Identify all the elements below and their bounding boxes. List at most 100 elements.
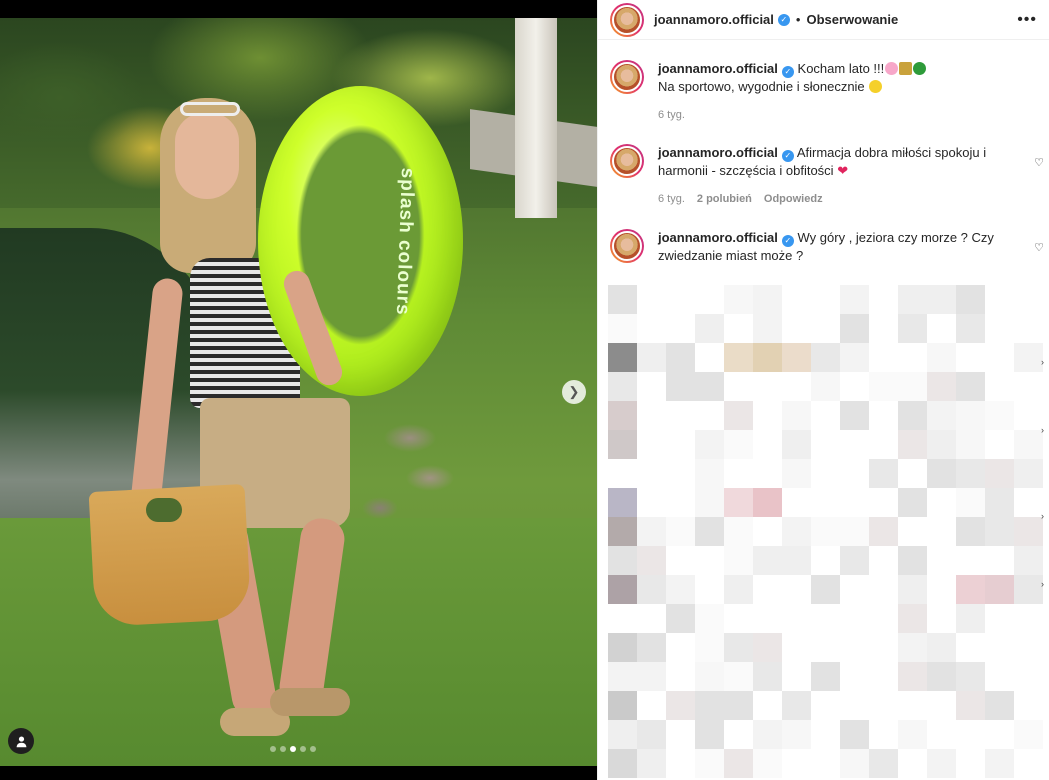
following-button[interactable]: Obserwowanie [806,12,898,27]
pixel-cell [956,488,985,517]
header-username[interactable]: joannamoro.official [654,12,774,27]
pixel-cell [695,604,724,633]
pixel-cell [782,343,811,372]
pixel-cell [898,633,927,662]
pixel-cell [927,459,956,488]
caption-username[interactable]: joannamoro.official [658,61,778,76]
pixel-cell [1014,720,1043,749]
pixel-cell [753,546,782,575]
pixel-cell [782,691,811,720]
comment-likes[interactable]: 2 polubień [697,191,752,208]
pixel-cell [637,749,666,778]
pixel-cell [637,633,666,662]
pixel-cell [956,691,985,720]
avatar[interactable] [610,2,644,37]
pixel-cell [898,430,927,459]
photo-scene: splash colours [0,18,597,766]
pixel-cell [637,720,666,749]
pixel-cell [666,372,695,401]
pixel-cell [898,488,927,517]
chevron-right-icon: › [1041,511,1044,521]
pixel-cell [840,720,869,749]
right-sandal [270,688,350,716]
pixel-cell [608,343,637,372]
pixel-cell [956,662,985,691]
header-separator: • [795,12,801,27]
pixel-cell [608,517,637,546]
comment-meta: 6 tyg. 2 polubień Odpowiedz [658,191,1008,208]
pixel-cell [608,488,637,517]
pixel-cell [1014,575,1043,604]
comment-line: joannamoro.official ✓ Afirmacja dobra mił… [658,144,1008,179]
pixel-cell [724,517,753,546]
sunglasses [180,102,240,116]
pixel-cell [753,633,782,662]
pixel-cell [637,546,666,575]
pixel-cell [985,691,1014,720]
caption-avatar[interactable] [610,60,644,94]
reply-button[interactable]: Odpowiedz [764,191,823,208]
birch-tree [515,18,557,218]
pixel-cell [869,749,898,778]
carousel-next-button[interactable]: ❯ [562,380,586,404]
pixel-cell [985,517,1014,546]
pixel-cell [1014,546,1043,575]
pixel-cell [898,285,927,314]
like-comment-heart-icon[interactable]: ♡ [1034,241,1044,254]
pixel-cell [753,662,782,691]
pixel-cell [724,488,753,517]
carousel-dot [270,746,276,752]
pixel-cell [608,314,637,343]
comment-avatar[interactable] [610,229,644,263]
post-photo[interactable]: splash colours ❯ [0,0,597,780]
pixel-cell [782,546,811,575]
like-comment-heart-icon[interactable]: ♡ [1034,156,1044,169]
pixel-cell [927,343,956,372]
pixel-cell [956,604,985,633]
post-header: joannamoro.official ✓ • Obserwowanie ••• [598,0,1049,40]
tagged-users-button[interactable] [8,728,34,754]
verified-badge-icon: ✓ [781,234,794,247]
pixel-cell [927,749,956,778]
pixel-cell [985,488,1014,517]
pixel-cell [695,314,724,343]
comment-username[interactable]: joannamoro.official [658,230,778,245]
pixel-cell [753,720,782,749]
caption-text-line1: Kocham lato !!! [797,61,885,76]
avatar-image [612,231,642,261]
pixel-cell [753,343,782,372]
pixel-cell [840,401,869,430]
pixel-cell [1014,517,1043,546]
pixel-cell [695,662,724,691]
pixel-cell [724,633,753,662]
pixel-cell [695,430,724,459]
avatar-image [612,4,642,35]
pixel-cell [608,546,637,575]
pixel-cell [1014,343,1043,372]
pixel-cell [956,285,985,314]
carousel-indicators [270,746,316,752]
pixel-cell [724,430,753,459]
comment-avatar[interactable] [610,144,644,178]
pixel-cell [608,430,637,459]
pixel-cell [898,546,927,575]
pixel-cell [695,691,724,720]
post-side-panel: joannamoro.official ✓ • Obserwowanie •••… [597,0,1049,780]
tote-bag-handle [146,498,182,522]
pixel-cell [898,662,927,691]
pixel-cell [782,517,811,546]
clover-emoji-icon [913,62,927,75]
comment-username[interactable]: joannamoro.official [658,145,778,160]
pixel-cell [840,517,869,546]
pixel-cell [724,285,753,314]
pixel-cell [608,749,637,778]
pixel-cell [956,430,985,459]
left-arm [130,277,184,509]
avatar-image [612,62,642,92]
pixel-cell [869,517,898,546]
more-options-icon[interactable]: ••• [1017,11,1037,29]
pixel-cell [724,691,753,720]
pixel-cell [608,575,637,604]
carousel-dot [310,746,316,752]
flower-emoji-icon [885,62,899,75]
